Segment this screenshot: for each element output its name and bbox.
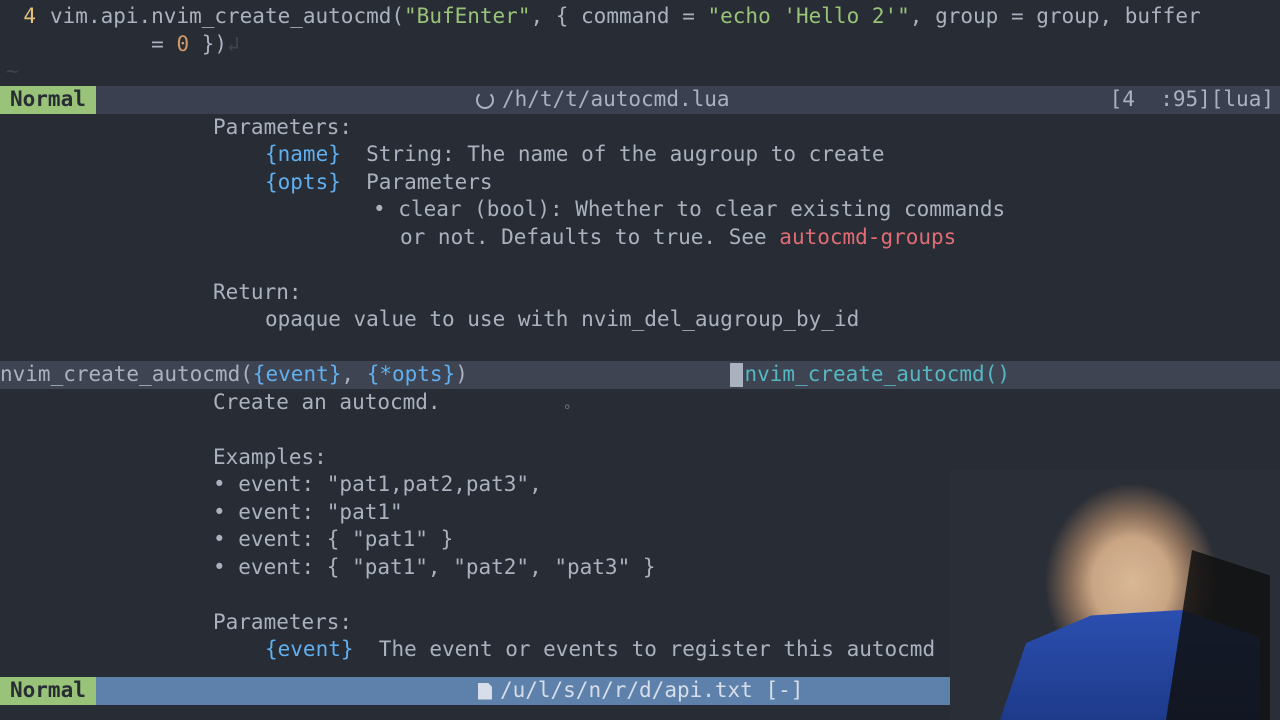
- file-path-text: /h/t/t/autocmd.lua: [502, 86, 730, 114]
- function-signature: nvim_create_autocmd({event}, {*opts}): [0, 361, 468, 389]
- help-link-autocmd-groups[interactable]: autocmd-groups: [779, 225, 956, 249]
- editor-buffer[interactable]: 4 vim.api.nvim_create_autocmd("BufEnter"…: [0, 0, 1280, 86]
- mode-indicator: Normal: [0, 86, 96, 114]
- cursor-icon: [730, 363, 743, 387]
- line-number: 4: [0, 3, 50, 31]
- code-content-wrap: = 0 })↲: [50, 31, 240, 59]
- blank: [0, 334, 1280, 362]
- code-content: vim.api.nvim_create_autocmd("BufEnter", …: [50, 3, 1201, 31]
- help-path-text: /u/l/s/n/r/d/api.txt [-]: [500, 677, 803, 705]
- reload-icon: [476, 91, 494, 109]
- statusline-editor: Normal /h/t/t/autocmd.lua [4 :95][lua]: [0, 86, 1280, 114]
- gutter-continuation: [0, 31, 50, 59]
- cursor-position: [4 :95][lua]: [1110, 86, 1280, 114]
- help-tag[interactable]: nvim_create_autocmd(): [730, 361, 1280, 389]
- return-header: Return:: [0, 279, 1280, 307]
- param-opts-row: {opts} Parameters: [0, 169, 1280, 197]
- file-icon: [478, 683, 492, 700]
- examples-header: Examples:: [0, 444, 1280, 472]
- params-header: Parameters:: [0, 114, 1280, 142]
- empty-line-tilde: ~: [0, 58, 1280, 86]
- file-path: /h/t/t/autocmd.lua: [96, 86, 1110, 114]
- opts-bullet-1-cont: or not. Defaults to true. See autocmd-gr…: [0, 224, 1280, 252]
- blank: [0, 251, 1280, 279]
- help-signature-row: nvim_create_autocmd({event}, {*opts}) nv…: [0, 361, 1280, 389]
- return-desc: opaque value to use with nvim_del_augrou…: [0, 306, 1280, 334]
- webcam-overlay: [950, 470, 1280, 720]
- code-line-4-wrap[interactable]: = 0 })↲: [0, 31, 1280, 59]
- param-name-row: {name} String: The name of the augroup t…: [0, 141, 1280, 169]
- blank: [0, 416, 1280, 444]
- mode-indicator: Normal: [0, 677, 96, 705]
- code-line-4[interactable]: 4 vim.api.nvim_create_autocmd("BufEnter"…: [0, 3, 1280, 31]
- opts-bullet-1: • clear (bool): Whether to clear existin…: [0, 196, 1280, 224]
- func-desc: Create an autocmd.: [0, 389, 1280, 417]
